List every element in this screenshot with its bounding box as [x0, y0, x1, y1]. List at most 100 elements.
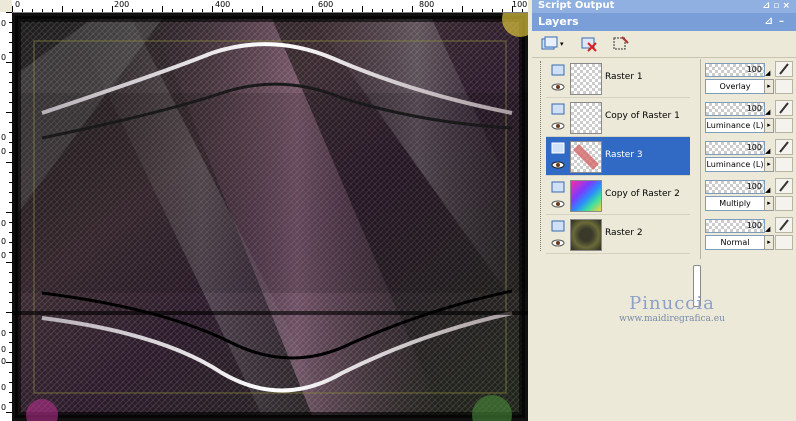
- slider-arrow-icon[interactable]: ◢: [765, 225, 770, 233]
- brush-icon[interactable]: [775, 139, 793, 155]
- eye-icon[interactable]: [551, 200, 565, 208]
- blend-mode-select[interactable]: Luminance (L): [705, 118, 765, 133]
- opacity-slider[interactable]: 100: [705, 63, 765, 77]
- ruler-tick: [62, 6, 63, 12]
- opacity-slider[interactable]: 100: [705, 180, 765, 194]
- ruler-tick: [442, 9, 443, 12]
- pin-close-icons[interactable]: ⊿–: [765, 13, 790, 31]
- brush-icon[interactable]: [775, 217, 793, 233]
- lock-icon[interactable]: [775, 196, 793, 211]
- lock-icon[interactable]: [775, 157, 793, 172]
- ruler-tick: [342, 9, 343, 12]
- layer-name: Copy of Raster 1: [605, 111, 680, 121]
- layer-row-copy-of-raster-1[interactable]: Copy of Raster 1: [546, 98, 690, 137]
- eye-icon[interactable]: [551, 122, 565, 130]
- layer-row-raster-3[interactable]: Raster 3: [546, 137, 690, 176]
- ruler-tick: [112, 6, 113, 12]
- ruler-label: 0: [1, 219, 7, 228]
- layer-thumbnail: [570, 180, 602, 212]
- ruler-tick: [282, 9, 283, 12]
- slider-arrow-icon[interactable]: ◢: [765, 147, 770, 155]
- ruler-tick: [332, 9, 333, 12]
- opacity-slider[interactable]: 100: [705, 141, 765, 155]
- delete-layer-icon[interactable]: [580, 35, 598, 53]
- ruler-tick: [42, 9, 43, 12]
- image-canvas[interactable]: [12, 13, 528, 421]
- ruler-label: 0: [1, 19, 7, 28]
- brush-icon[interactable]: [775, 178, 793, 194]
- layer-type-icon: [551, 142, 565, 154]
- watermark-url: www.maidiregrafica.eu: [619, 314, 725, 324]
- layer-properties-column: 100 ◢ Overlay ▸ 100 ◢ Luminance (L) ▸ 10…: [700, 59, 796, 259]
- layer-row-raster-2[interactable]: Raster 2: [546, 215, 690, 254]
- chevron-right-icon[interactable]: ▸: [764, 79, 774, 94]
- layers-toolbar: ▾: [532, 31, 796, 58]
- ruler-tick: [462, 6, 463, 12]
- watermark-name: Pinuccia: [629, 293, 715, 314]
- ruler-tick: [192, 9, 193, 12]
- ruler-tick: [382, 9, 383, 12]
- opacity-slider[interactable]: 100: [705, 219, 765, 233]
- layer-type-icon: [551, 181, 565, 193]
- lock-icon[interactable]: [775, 79, 793, 94]
- ruler-label: 100: [512, 0, 528, 9]
- ruler-tick: [302, 9, 303, 12]
- opacity-value: 100: [746, 143, 762, 152]
- layer-props-copy-of-raster-2: 100 ◢ Multiply ▸: [701, 176, 796, 215]
- blend-mode-select[interactable]: Overlay: [705, 79, 765, 94]
- slider-arrow-icon[interactable]: ◢: [765, 69, 770, 77]
- new-layer-icon[interactable]: [540, 35, 558, 53]
- edit-selection-icon[interactable]: [612, 35, 630, 53]
- ruler-tick: [222, 9, 223, 12]
- eye-icon[interactable]: [551, 161, 565, 169]
- ruler-label: 400: [215, 0, 231, 9]
- tree-line: [540, 61, 542, 251]
- layer-row-raster-1[interactable]: Raster 1: [546, 59, 690, 98]
- ruler-label: 0: [1, 133, 7, 142]
- layer-type-icon: [551, 103, 565, 115]
- ruler-tick: [472, 9, 473, 12]
- opacity-value: 100: [746, 65, 762, 74]
- chevron-right-icon[interactable]: ▸: [764, 157, 774, 172]
- script-output-titlebar[interactable]: Script Output ⊿ ▫ ×: [532, 0, 796, 13]
- chevron-right-icon[interactable]: ▸: [764, 235, 774, 250]
- chevron-down-icon[interactable]: ▾: [560, 40, 564, 48]
- horizontal-ruler: 0 200 400 600 800 100: [12, 0, 528, 13]
- ruler-label: 800: [419, 0, 435, 9]
- script-output-window-icons[interactable]: ⊿ ▫ ×: [763, 1, 790, 11]
- layer-props-raster-1: 100 ◢ Overlay ▸: [701, 59, 796, 98]
- brush-icon[interactable]: [775, 100, 793, 116]
- blend-mode-select[interactable]: Normal: [705, 235, 765, 250]
- ruler-tick: [292, 9, 293, 12]
- layer-row-copy-of-raster-2[interactable]: Copy of Raster 2: [546, 176, 690, 215]
- layers-titlebar[interactable]: Layers ⊿–: [532, 13, 796, 31]
- ruler-tick: [212, 6, 213, 12]
- ruler-label: 600: [318, 0, 334, 9]
- ruler-tick: [432, 9, 433, 12]
- opacity-value: 100: [746, 182, 762, 191]
- slider-arrow-icon[interactable]: ◢: [765, 108, 770, 116]
- ruler-tick: [252, 9, 253, 12]
- eye-icon[interactable]: [551, 239, 565, 247]
- lock-icon[interactable]: [775, 235, 793, 250]
- lock-icon[interactable]: [775, 118, 793, 133]
- ruler-tick: [262, 6, 263, 12]
- opacity-slider[interactable]: 100: [705, 102, 765, 116]
- slider-arrow-icon[interactable]: ◢: [765, 186, 770, 194]
- layer-props-raster-2: 100 ◢ Normal ▸: [701, 215, 796, 254]
- ruler-tick: [422, 9, 423, 12]
- chevron-right-icon[interactable]: ▸: [764, 118, 774, 133]
- blend-mode-select[interactable]: Luminance (L): [705, 157, 765, 172]
- ruler-tick: [52, 9, 53, 12]
- brush-icon[interactable]: [775, 61, 793, 77]
- ruler-tick: [242, 9, 243, 12]
- ruler-label: 0: [1, 329, 7, 338]
- layers-title: Layers: [538, 15, 579, 28]
- ruler-tick: [22, 9, 23, 12]
- ruler-tick: [502, 9, 503, 12]
- blend-mode-select[interactable]: Multiply: [705, 196, 765, 211]
- eye-icon[interactable]: [551, 83, 565, 91]
- chevron-right-icon[interactable]: ▸: [764, 196, 774, 211]
- ruler-tick: [362, 6, 363, 12]
- ruler-label: 0: [1, 53, 7, 62]
